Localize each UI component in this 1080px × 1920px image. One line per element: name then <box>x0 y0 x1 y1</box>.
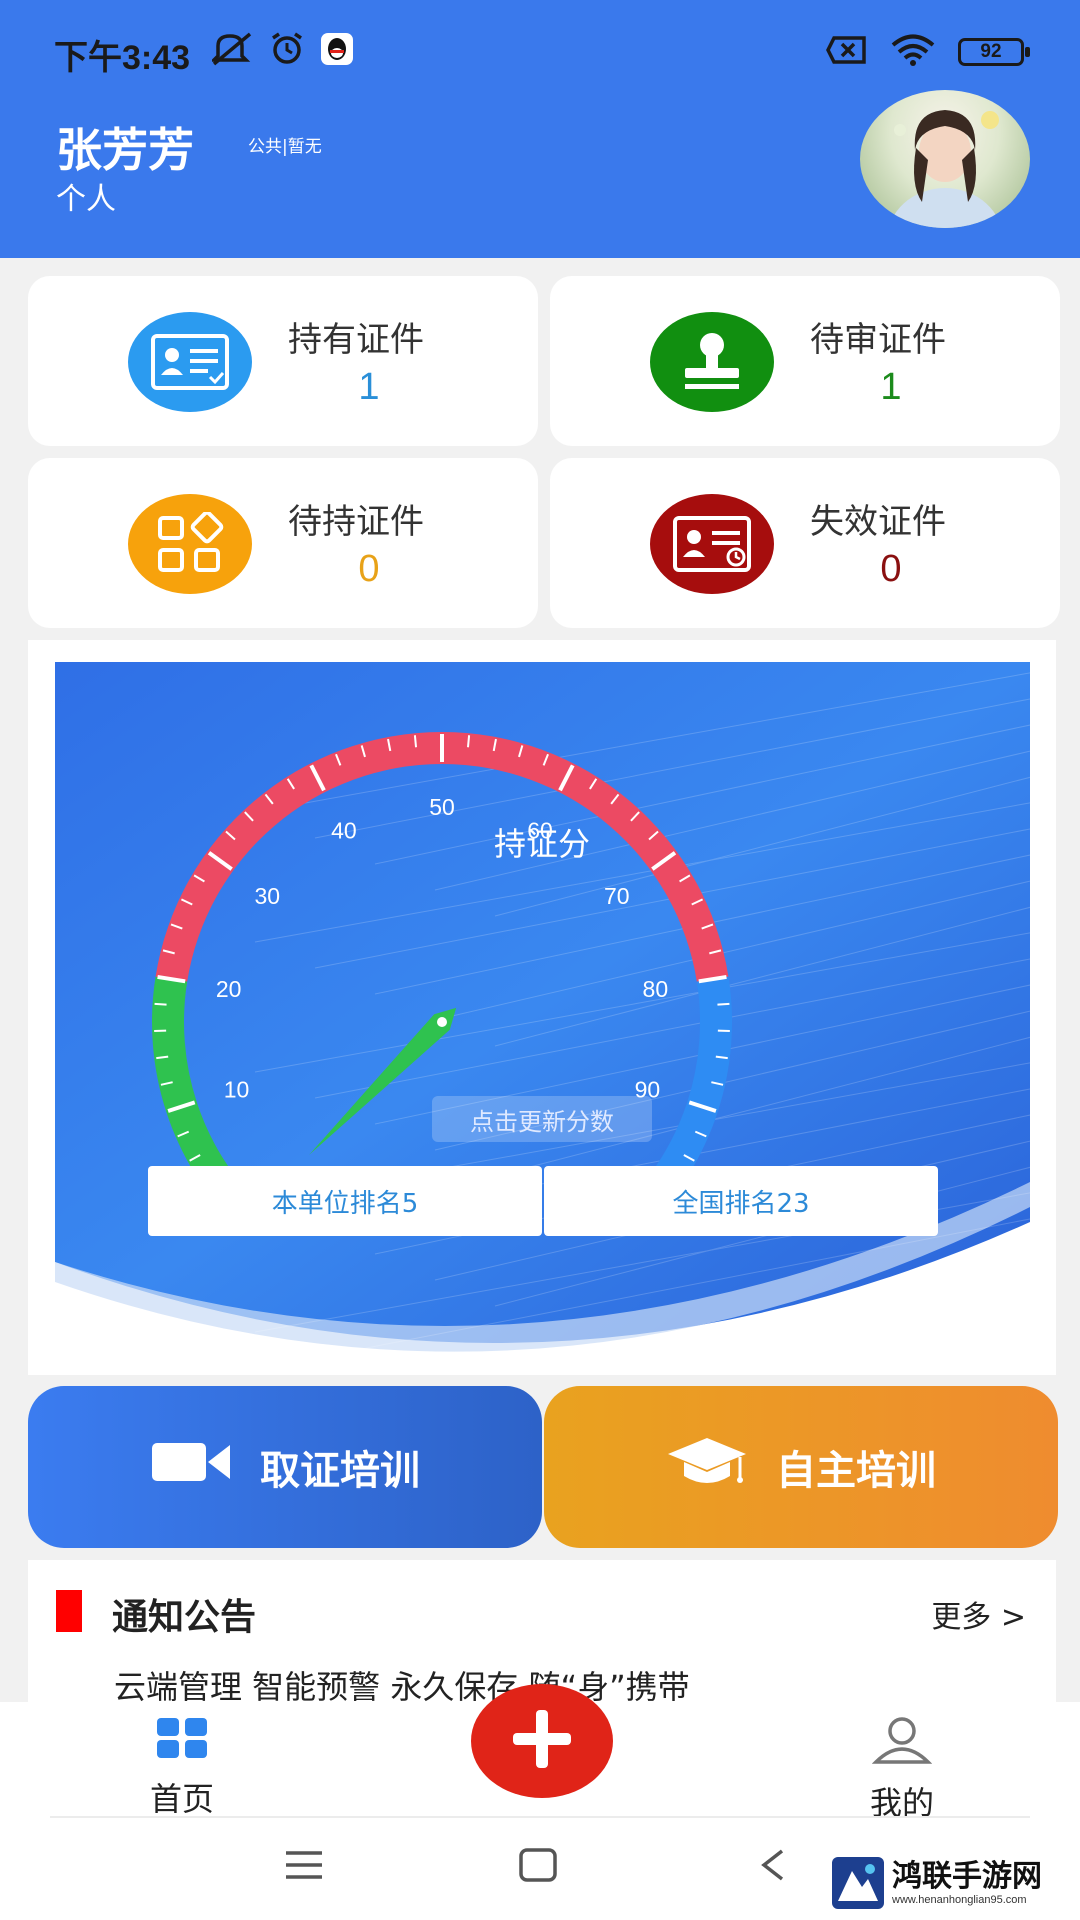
gauge-tick-label: 80 <box>643 976 669 1002</box>
mute-icon <box>209 32 254 70</box>
self-training-button[interactable]: 自主培训 <box>544 1386 1058 1548</box>
gauge-tick-label: 30 <box>254 883 280 909</box>
battery-icon: 92 <box>958 38 1030 66</box>
user-tag: 公共|暂无 <box>248 137 322 157</box>
gauge-hub <box>437 1017 447 1027</box>
graduation-cap-icon <box>666 1434 748 1500</box>
stamp-icon <box>650 312 774 412</box>
self-training-label: 自主培训 <box>776 1448 936 1494</box>
notice-title: 通知公告 <box>112 1597 257 1638</box>
user-role: 个人 <box>56 182 116 217</box>
add-button[interactable] <box>471 1684 613 1798</box>
card-count: 0 <box>358 548 380 590</box>
wifi-icon <box>890 34 936 70</box>
gauge-tick-label: 20 <box>216 976 242 1002</box>
card-count: 0 <box>880 548 902 590</box>
notice-more-link[interactable]: 更多 > <box>931 1592 1026 1636</box>
avatar[interactable] <box>860 90 1030 228</box>
nav-home-label: 首页 <box>149 1780 214 1818</box>
user-icon <box>812 1716 992 1772</box>
plus-icon <box>509 1706 575 1776</box>
card-label: 待持证件 <box>288 502 424 542</box>
national-rank-button[interactable]: 全国排名23 <box>544 1166 938 1236</box>
card-count: 1 <box>358 366 380 408</box>
watermark-logo-icon <box>832 1857 884 1909</box>
watermark: 鸿联手游网 www.henanhonglian95.com <box>832 1852 1072 1914</box>
gauge-title: 持证分 <box>494 825 590 863</box>
apps-grid-icon <box>128 494 252 594</box>
user-name: 张芳芳 <box>56 123 194 177</box>
gauge-minor-tick <box>413 735 418 748</box>
score-gauge[interactable]: 0102030405060708090100 持证分 <box>55 662 1030 1352</box>
card-expired[interactable]: 失效证件 0 <box>550 458 1060 628</box>
card-label: 失效证件 <box>810 502 946 542</box>
unit-rank-button[interactable]: 本单位排名5 <box>148 1166 542 1236</box>
card-count: 1 <box>880 366 902 408</box>
status-bar: 下午3:43 92 <box>0 0 1080 100</box>
alarm-icon <box>268 32 306 70</box>
back-icon[interactable] <box>758 1848 788 1886</box>
nav-mine[interactable]: 我的 <box>812 1716 992 1824</box>
status-time: 下午3:43 <box>54 39 191 77</box>
certification-training-label: 取证培训 <box>260 1448 420 1494</box>
card-label: 持有证件 <box>288 320 424 360</box>
card-pending-review[interactable]: 待审证件 1 <box>550 276 1060 446</box>
id-card-icon <box>128 312 252 412</box>
home-square-icon[interactable] <box>518 1848 558 1886</box>
sim-off-icon <box>826 35 868 69</box>
gauge-tick-label: 40 <box>331 818 357 844</box>
watermark-url: www.henanhonglian95.com <box>892 1894 1027 1906</box>
refresh-score-button[interactable]: 点击更新分数 <box>432 1096 652 1142</box>
gauge-minor-tick <box>717 1002 730 1006</box>
profile-header: 下午3:43 92 张芳芳 公共|暂无 个人 <box>0 0 1080 258</box>
expired-card-icon <box>650 494 774 594</box>
card-held-certificates[interactable]: 持有证件 1 <box>28 276 538 446</box>
home-grid-icon <box>92 1716 272 1768</box>
gauge-tick-label: 50 <box>429 794 455 820</box>
gauge-minor-tick <box>466 735 471 748</box>
qq-icon <box>320 32 354 70</box>
gauge-tick-label: 70 <box>604 883 630 909</box>
watermark-title: 鸿联手游网 <box>892 1859 1042 1894</box>
menu-icon[interactable] <box>284 1848 324 1886</box>
card-pending-hold[interactable]: 待持证件 0 <box>28 458 538 628</box>
gauge-tick-label: 10 <box>224 1077 250 1103</box>
notice-accent-bar <box>56 1590 82 1632</box>
card-label: 待审证件 <box>810 320 946 360</box>
certification-training-button[interactable]: 取证培训 <box>28 1386 542 1548</box>
nav-home[interactable]: 首页 <box>92 1716 272 1820</box>
gauge-minor-tick <box>154 1002 167 1006</box>
video-camera-icon <box>150 1439 232 1495</box>
